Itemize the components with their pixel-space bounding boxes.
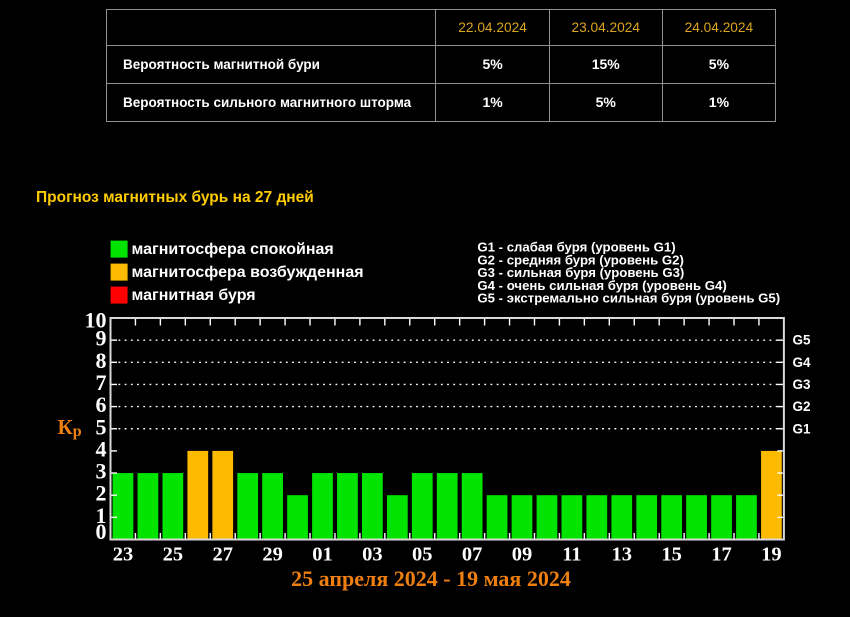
svg-text:G4: G4 <box>793 355 812 370</box>
svg-text:17: 17 <box>711 544 732 566</box>
svg-text:23: 23 <box>113 544 134 566</box>
svg-text:3: 3 <box>96 459 107 484</box>
svg-text:Прогноз магнитных бурь на 27 д: Прогноз магнитных бурь на 27 дней <box>36 189 314 206</box>
svg-text:6: 6 <box>96 392 107 417</box>
svg-text:2: 2 <box>96 481 107 506</box>
svg-text:07: 07 <box>462 544 483 566</box>
svg-text:25 апреля 2024 - 19 мая 2024: 25 апреля 2024 - 19 мая 2024 <box>291 566 571 591</box>
svg-text:G2: G2 <box>793 399 811 414</box>
svg-text:25: 25 <box>163 544 184 566</box>
svg-text:8: 8 <box>96 348 107 373</box>
svg-text:09: 09 <box>512 544 533 566</box>
svg-text:магнитосфера спокойная: магнитосфера спокойная <box>132 241 334 258</box>
svg-text:G5 - экстремально сильная буря: G5 - экстремально сильная буря (уровень … <box>477 291 780 306</box>
svg-text:15: 15 <box>661 544 682 566</box>
svg-text:10: 10 <box>85 308 107 333</box>
svg-text:19: 19 <box>761 544 782 566</box>
svg-text:27: 27 <box>212 544 233 566</box>
svg-text:7: 7 <box>96 370 107 395</box>
svg-text:G5: G5 <box>793 333 812 348</box>
svg-text:5: 5 <box>96 414 107 439</box>
svg-text:магнитная буря: магнитная буря <box>132 287 256 304</box>
svg-text:01: 01 <box>312 544 333 566</box>
svg-text:13: 13 <box>612 544 633 566</box>
svg-text:Кр: Кр <box>58 415 82 440</box>
svg-text:4: 4 <box>96 436 107 461</box>
svg-text:магнитосфера возбужденная: магнитосфера возбужденная <box>132 264 364 281</box>
svg-text:G3: G3 <box>793 377 812 392</box>
svg-text:G1: G1 <box>793 421 812 436</box>
svg-text:03: 03 <box>362 544 383 566</box>
svg-text:29: 29 <box>262 544 283 566</box>
svg-text:11: 11 <box>562 544 581 566</box>
svg-text:1: 1 <box>96 503 107 528</box>
svg-text:05: 05 <box>412 544 433 566</box>
